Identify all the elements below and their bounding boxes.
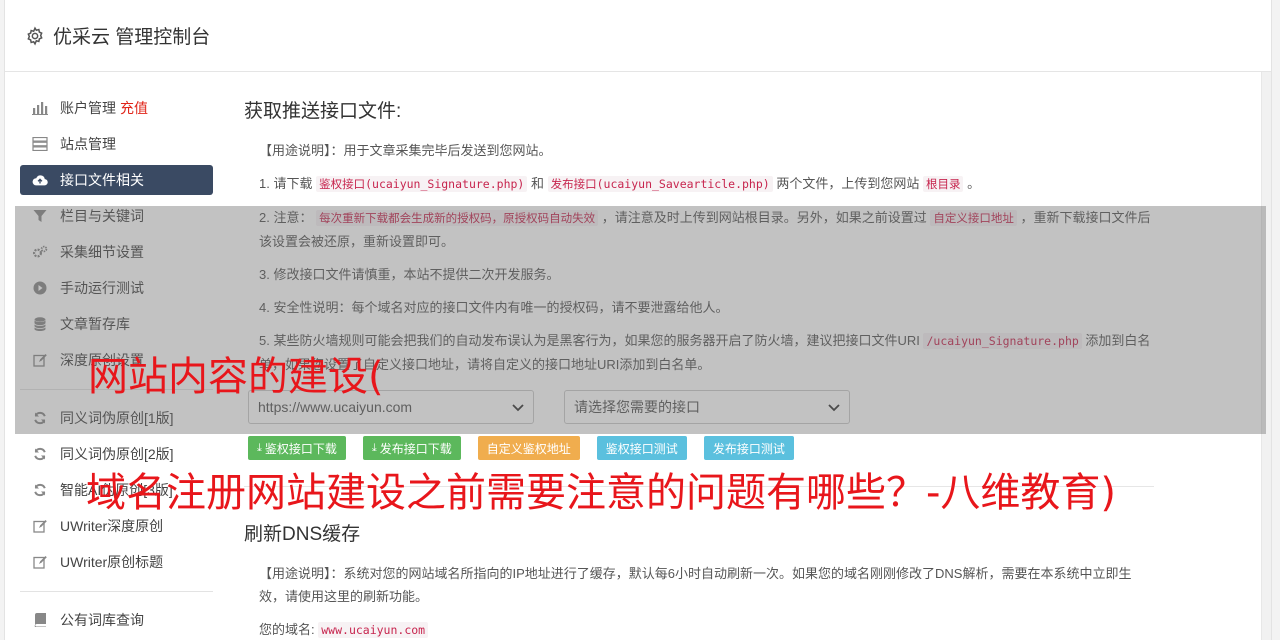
sidebar-item-label: 公有词库查询 — [60, 612, 144, 628]
sidebar-item-label: UWriter深度原创 — [60, 518, 164, 534]
sidebar-item-api-files[interactable]: 接口文件相关 — [20, 165, 213, 195]
text: 。 — [967, 176, 981, 191]
refresh-icon — [32, 482, 48, 498]
button-label: 鉴权接口测试 — [605, 441, 678, 456]
app-title: 优采云 管理控制台 — [53, 27, 211, 48]
cloud-upload-icon — [32, 172, 48, 188]
edit-icon — [32, 554, 48, 570]
domain-row: 您的域名: www.ucaiyun.com — [259, 618, 1154, 640]
button-label: 发布接口测试 — [712, 441, 785, 456]
edit-icon — [32, 518, 48, 534]
button-label: 鉴权接口下载 — [264, 441, 337, 456]
sidebar-item-uwriter-title[interactable]: UWriter原创标题 — [20, 547, 213, 577]
custom-auth-url-button[interactable]: 自定义鉴权地址 — [477, 436, 580, 460]
bar-chart-icon — [32, 100, 48, 116]
sidebar-item-public-dictionary[interactable]: 公有词库查询 — [20, 605, 213, 635]
sidebar-item-account[interactable]: 账户管理 充值 — [20, 93, 213, 123]
header: 优采云 管理控制台 — [5, 0, 1271, 72]
auth-download-button[interactable]: ⤓ 鉴权接口下载 — [248, 436, 346, 460]
watermark-line-2: 域名注册网站建设之前需要注意的问题有哪些？-八维教育) — [86, 470, 1117, 516]
text: 1. 请下载 — [259, 176, 313, 191]
instruction-1: 1. 请下载 鉴权接口(ucaiyun_Signature.php) 和 发布接… — [259, 172, 1154, 196]
sidebar-item-label: 账户管理 — [60, 100, 116, 116]
text: 两个文件，上传到您网站 — [776, 176, 920, 191]
section-title-dns: 刷新DNS缓存 — [244, 524, 361, 545]
auth-test-button[interactable]: 鉴权接口测试 — [596, 436, 687, 460]
domain-label: 您的域名: — [259, 622, 315, 637]
publish-download-button[interactable]: ⤓ 发布接口下载 — [362, 436, 461, 460]
sidebar-item-label: 接口文件相关 — [60, 172, 144, 188]
section-title-api-files: 获取推送接口文件: — [244, 101, 402, 122]
recharge-link[interactable]: 充值 — [120, 98, 148, 118]
code-auth-file: 鉴权接口(ucaiyun_Signature.php) — [316, 176, 528, 192]
publish-test-button[interactable]: 发布接口测试 — [703, 436, 794, 460]
refresh-icon — [32, 446, 48, 462]
button-label: 发布接口下载 — [379, 441, 452, 456]
sidebar-item-label: 同义词伪原创[2版] — [60, 446, 174, 462]
server-icon — [32, 136, 48, 152]
sidebar-item-label: 站点管理 — [60, 136, 116, 152]
sidebar-item-synonym-v2[interactable]: 同义词伪原创[2版] — [20, 439, 213, 469]
sidebar-item-label: UWriter原创标题 — [60, 554, 164, 570]
sidebar-divider — [20, 591, 213, 592]
code-root-dir: 根目录 — [922, 176, 964, 192]
dns-usage-text: 【用途说明】：系统对您的网站域名所指向的IP地址进行了缓存，默认每6小时自动刷新… — [259, 566, 1132, 604]
download-icon: ⤓ — [371, 441, 377, 454]
text: 和 — [530, 176, 544, 191]
button-row: ⤓ 鉴权接口下载 ⤓ 发布接口下载 自定义鉴权地址 鉴权接口测试 发布接口测试 — [248, 436, 1154, 460]
gear-icon — [27, 25, 43, 46]
usage-text: 【用途说明】：用于文章采集完毕后发送到您网站。 — [259, 143, 552, 158]
code-publish-file: 发布接口(ucaiyun_Savearticle.php) — [547, 176, 773, 192]
download-icon: ⤓ — [257, 441, 262, 454]
sidebar-item-sites[interactable]: 站点管理 — [20, 129, 213, 159]
button-label: 自定义鉴权地址 — [486, 441, 571, 456]
watermark-line-1: 网站内容的建设( — [88, 354, 384, 400]
book-icon — [32, 612, 48, 628]
domain-value: www.ucaiyun.com — [318, 622, 429, 638]
